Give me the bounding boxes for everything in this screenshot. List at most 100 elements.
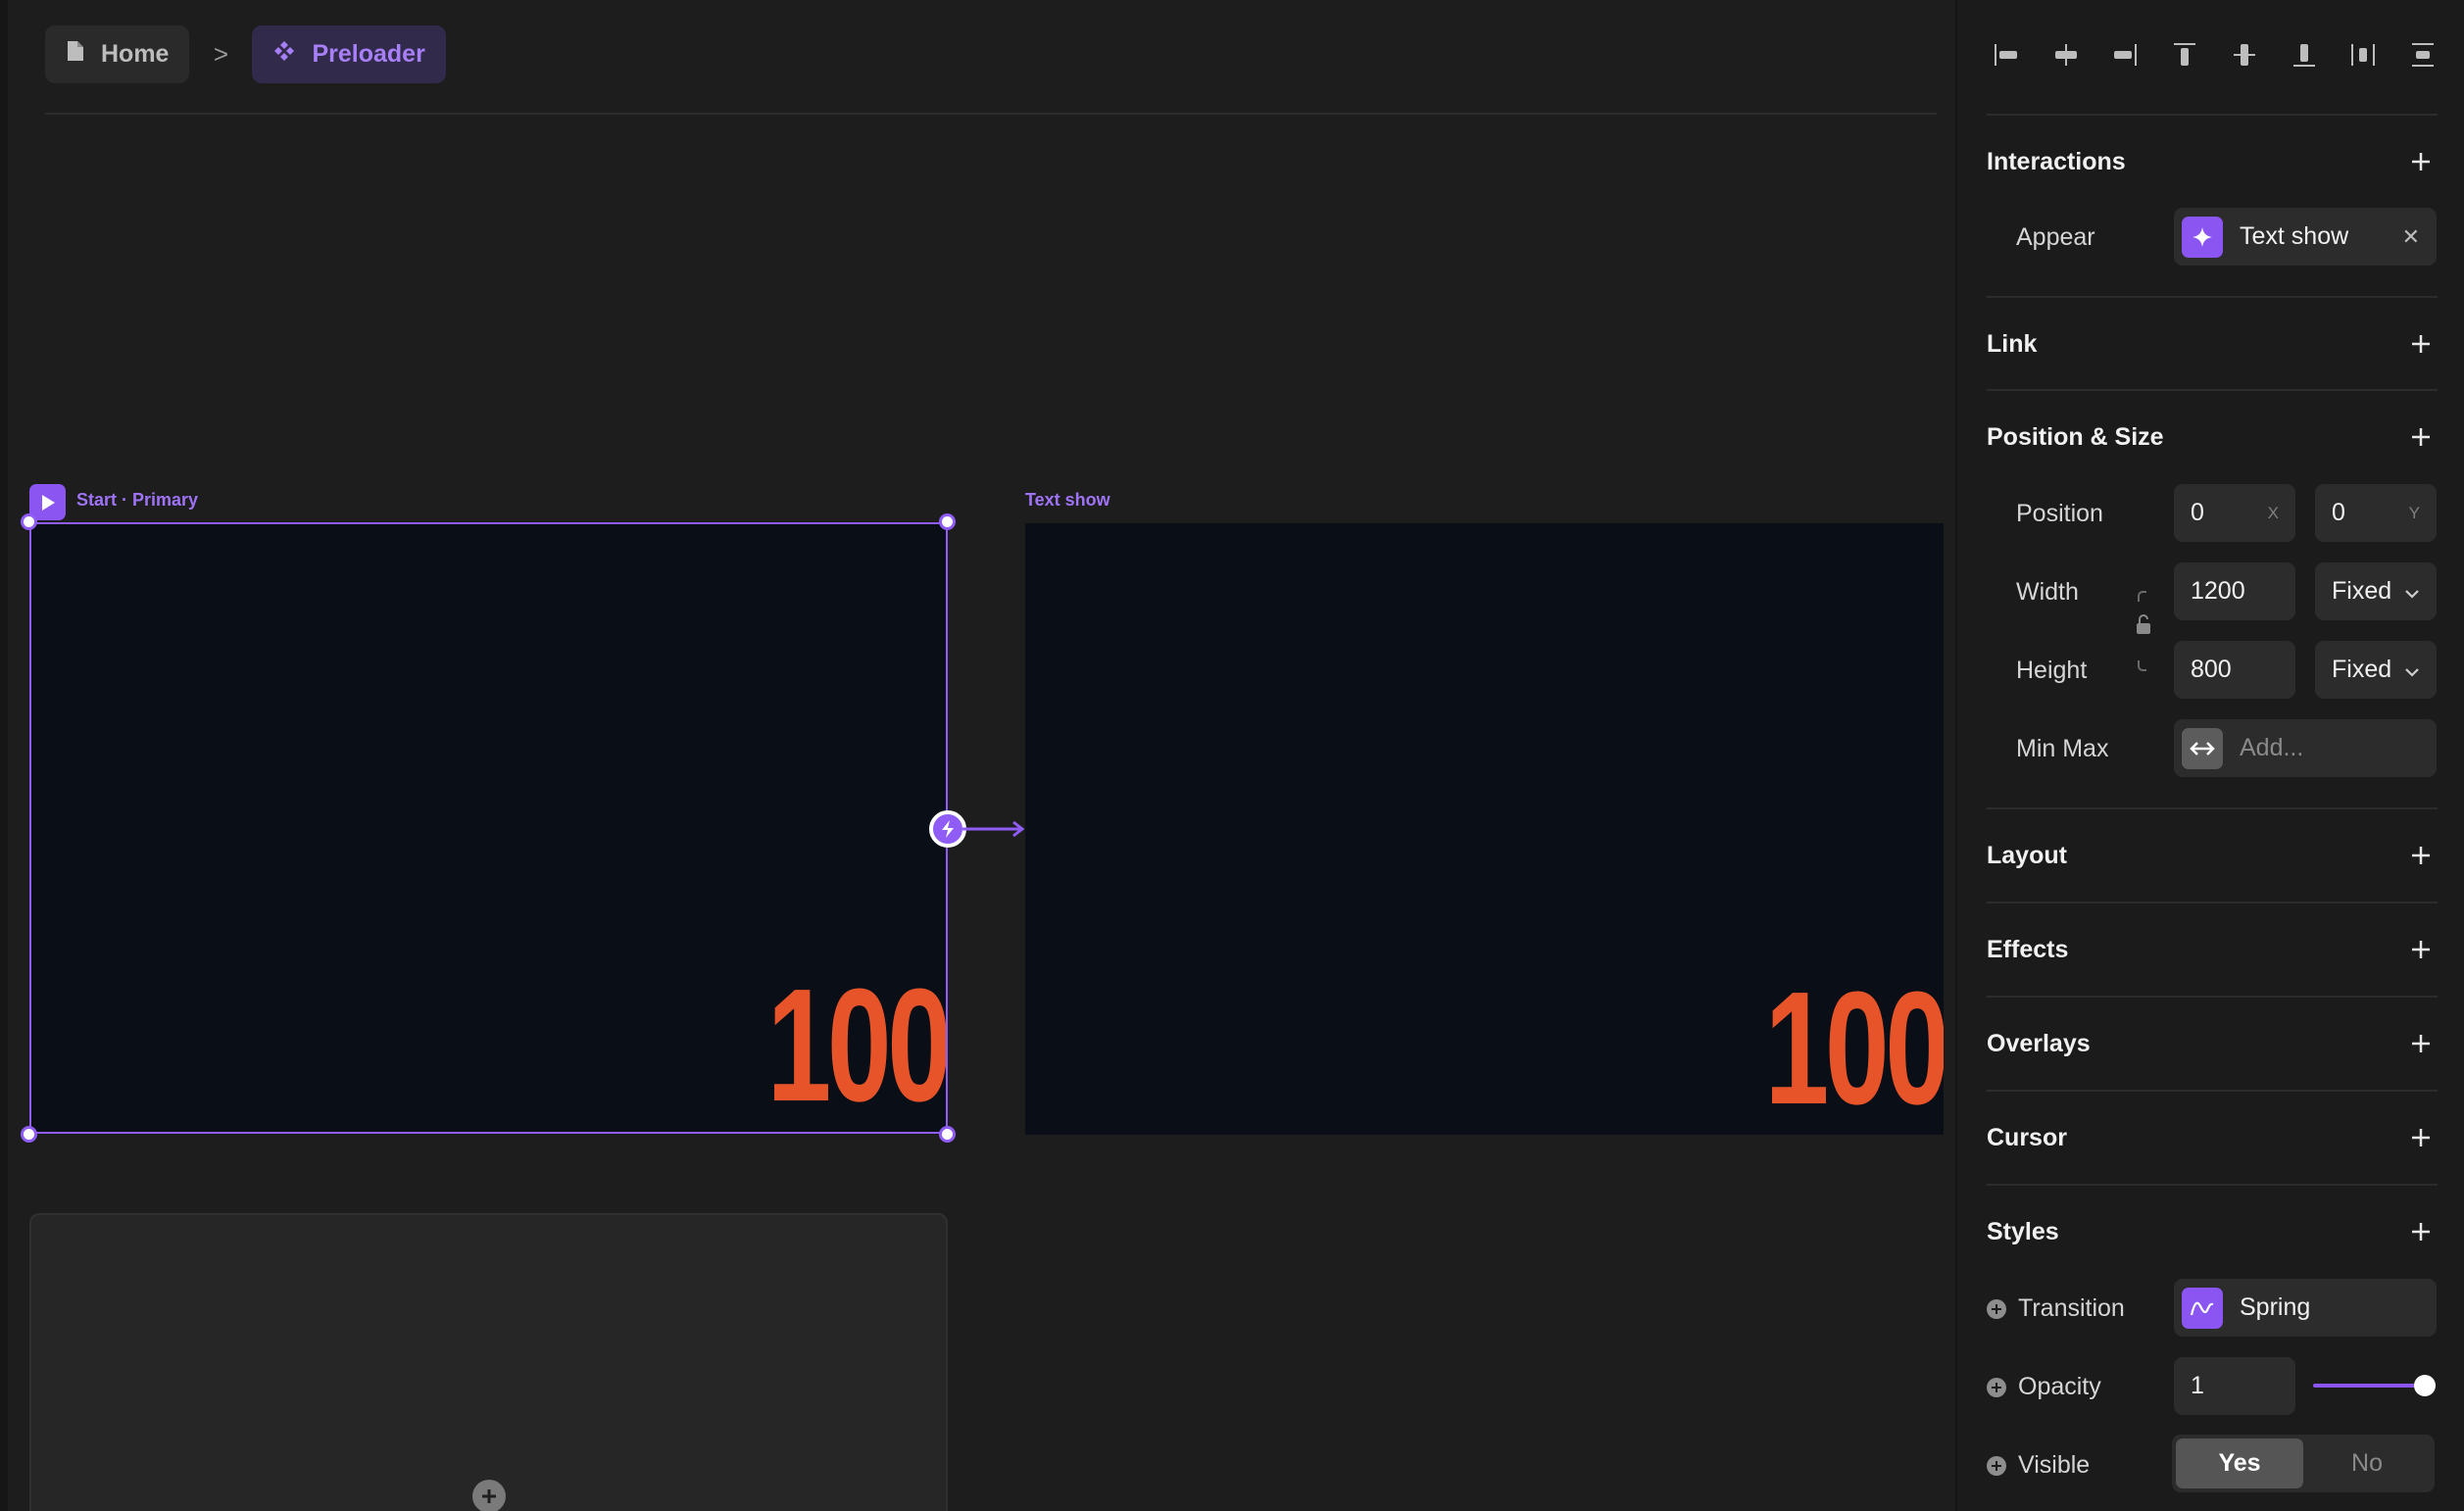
lightning-icon[interactable] — [929, 810, 966, 848]
divider — [1987, 296, 2438, 298]
link-title: Link — [1987, 330, 2038, 358]
overlays-title: Overlays — [1987, 1030, 2091, 1057]
position-y-input[interactable]: 0 Y — [2315, 484, 2437, 542]
add-variant-icon[interactable] — [1987, 1455, 2006, 1476]
appear-interaction-chip[interactable]: Text show ✕ — [2174, 208, 2437, 266]
position-y-value: 0 — [2332, 499, 2345, 526]
visible-no-option[interactable]: No — [2303, 1438, 2431, 1488]
visible-row-label[interactable]: Visible — [1987, 1451, 2090, 1480]
divider — [1987, 114, 2438, 116]
add-effects-icon[interactable] — [2407, 936, 2435, 963]
position-x-suffix: X — [2267, 503, 2279, 522]
effects-title: Effects — [1987, 936, 2069, 963]
width-mode-select[interactable]: Fixed — [2315, 562, 2437, 620]
opacity-slider-handle[interactable] — [2414, 1375, 2436, 1396]
text-show-frame[interactable]: 100 — [1025, 523, 1944, 1135]
cursor-title: Cursor — [1987, 1124, 2067, 1151]
visible-label: Visible — [2018, 1451, 2091, 1479]
breadcrumb-home-label: Home — [101, 40, 170, 68]
add-styles-icon[interactable] — [2407, 1218, 2435, 1245]
align-middle-vertical-icon[interactable] — [2225, 35, 2264, 74]
height-mode-select[interactable]: Fixed — [2315, 641, 2437, 699]
add-position-size-icon[interactable] — [2407, 423, 2435, 451]
primary-frame-label[interactable]: Start · Primary — [76, 490, 198, 511]
alignment-toolbar — [1987, 35, 2442, 74]
height-input[interactable]: 800 — [2174, 641, 2295, 699]
divider — [1987, 389, 2438, 391]
min-max-input[interactable]: Add... — [2174, 719, 2437, 777]
add-cursor-icon[interactable] — [2407, 1124, 2435, 1151]
resize-horizontal-icon — [2182, 727, 2223, 769]
align-top-icon[interactable] — [2165, 35, 2204, 74]
styles-title: Styles — [1987, 1218, 2059, 1245]
close-icon[interactable]: ✕ — [2402, 224, 2420, 250]
position-x-input[interactable]: 0 X — [2174, 484, 2295, 542]
visible-toggle[interactable]: Yes No — [2172, 1435, 2435, 1492]
add-variant-icon[interactable] — [1987, 1377, 2006, 1397]
component-icon — [272, 39, 296, 70]
resize-handle-bottom-left[interactable] — [21, 1126, 37, 1143]
divider — [1987, 996, 2438, 998]
resize-handle-top-left[interactable] — [21, 513, 37, 530]
resize-handle-top-right[interactable] — [939, 513, 956, 530]
add-interaction-icon[interactable] — [2407, 148, 2435, 175]
opacity-input[interactable]: 1 — [2174, 1357, 2295, 1415]
position-label: Position — [2016, 500, 2103, 527]
play-icon[interactable] — [29, 484, 66, 520]
add-variant-icon[interactable] — [1987, 1298, 2006, 1319]
transition-row-label[interactable]: Transition — [1987, 1294, 2125, 1323]
resize-handle-bottom-right[interactable] — [939, 1126, 956, 1143]
add-icon[interactable] — [472, 1480, 506, 1511]
chevron-right-icon: > — [213, 39, 229, 69]
visible-yes-option[interactable]: Yes — [2176, 1438, 2303, 1488]
second-frame-label[interactable]: Text show — [1025, 490, 1110, 511]
add-overlays-icon[interactable] — [2407, 1030, 2435, 1057]
transition-label: Transition — [2018, 1294, 2125, 1322]
canvas[interactable]: Home > Preloader Start · Primary Text sh… — [0, 0, 1955, 1511]
position-x-value: 0 — [2191, 499, 2204, 526]
interactions-title: Interactions — [1987, 148, 2126, 175]
height-label: Height — [2016, 657, 2088, 684]
empty-frame[interactable] — [29, 1213, 948, 1511]
connection-arrow-icon — [962, 820, 1025, 838]
distribute-vertical-icon[interactable] — [2403, 35, 2442, 74]
width-input[interactable]: 1200 — [2174, 562, 2295, 620]
divider — [1987, 902, 2438, 903]
add-link-icon[interactable] — [2407, 330, 2435, 358]
align-bottom-icon[interactable] — [2285, 35, 2324, 74]
align-center-horizontal-icon[interactable] — [2046, 35, 2086, 74]
distribute-horizontal-icon[interactable] — [2343, 35, 2383, 74]
properties-panel: Interactions Appear Text show ✕ Link Pos… — [1955, 0, 2464, 1511]
opacity-value: 1 — [2191, 1372, 2204, 1399]
appear-label: Appear — [2016, 223, 2095, 251]
aspect-lock-icon[interactable] — [2135, 590, 2152, 677]
layout-title: Layout — [1987, 842, 2067, 869]
opacity-slider-track[interactable] — [2313, 1384, 2425, 1388]
align-right-icon[interactable] — [2105, 35, 2144, 74]
min-max-label: Min Max — [2016, 735, 2109, 762]
width-mode-value: Fixed — [2332, 577, 2392, 605]
add-layout-icon[interactable] — [2407, 842, 2435, 869]
page-icon — [66, 39, 85, 70]
transition-value: Spring — [2240, 1293, 2311, 1321]
breadcrumb-home[interactable]: Home — [45, 25, 190, 83]
transition-select[interactable]: Spring — [2174, 1279, 2437, 1337]
breadcrumb: Home > Preloader — [45, 25, 446, 83]
opacity-label: Opacity — [2018, 1373, 2101, 1400]
primary-frame[interactable]: 100 — [29, 522, 948, 1134]
position-y-suffix: Y — [2408, 503, 2420, 522]
spring-curve-icon — [2182, 1287, 2223, 1329]
chevron-down-icon — [2404, 656, 2420, 684]
divider — [1987, 1184, 2438, 1186]
divider — [1987, 807, 2438, 809]
breadcrumb-current-label: Preloader — [312, 40, 425, 68]
opacity-row-label[interactable]: Opacity — [1987, 1373, 2101, 1401]
chevron-down-icon — [2404, 577, 2420, 606]
height-mode-value: Fixed — [2332, 656, 2392, 683]
canvas-divider — [45, 113, 1937, 115]
appear-value: Text show — [2240, 222, 2349, 250]
align-left-icon[interactable] — [1987, 35, 2026, 74]
breadcrumb-current[interactable]: Preloader — [252, 25, 446, 83]
height-value: 800 — [2191, 656, 2232, 683]
frame-counter-text: 100 — [1764, 958, 1944, 1135]
